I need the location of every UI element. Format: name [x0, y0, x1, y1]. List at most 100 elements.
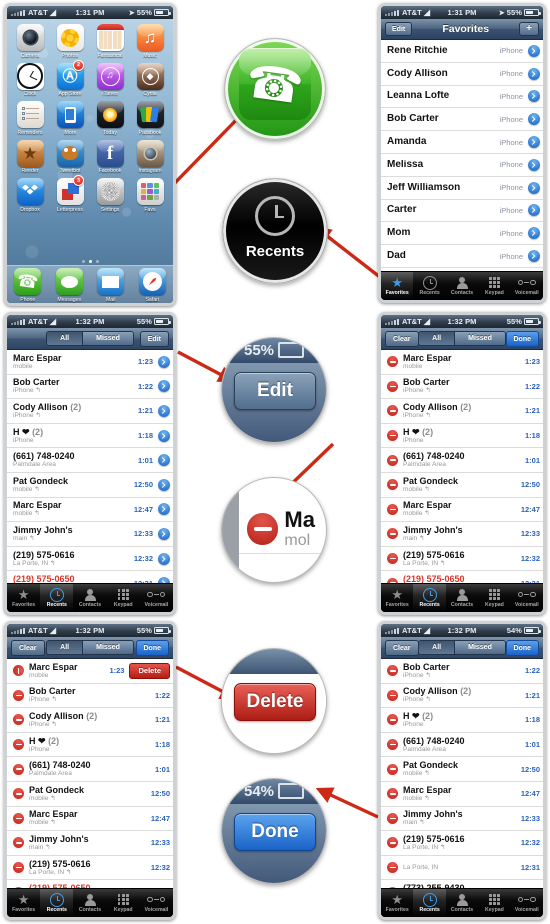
delete-minus-icon[interactable] [13, 812, 24, 824]
tab-voicemail[interactable]: Voicemail [140, 889, 173, 917]
chevron-detail-icon[interactable] [158, 552, 170, 565]
app-photos[interactable]: Photos [51, 24, 89, 59]
chevron-detail-icon[interactable] [528, 158, 540, 171]
segment-missed[interactable]: Missed [82, 332, 133, 345]
chevron-detail-icon[interactable] [528, 90, 540, 103]
table-row[interactable]: Cody Allison (2) iPhone ↰ 1:21 [381, 683, 543, 709]
delete-minus-icon[interactable] [387, 479, 398, 491]
chevron-detail-icon[interactable] [528, 67, 540, 80]
delete-minus-icon[interactable] [387, 739, 398, 751]
tab-favorites[interactable]: ★ Favorites [7, 584, 40, 612]
delete-minus-icon[interactable] [387, 528, 398, 540]
edit-button[interactable]: Edit [139, 331, 169, 347]
delete-minus-icon[interactable] [387, 862, 398, 874]
table-row[interactable]: Marc Espar mobile 1:23 Delete [7, 659, 173, 684]
tab-contacts[interactable]: Contacts [73, 584, 106, 612]
chevron-detail-icon[interactable] [528, 204, 540, 217]
chevron-detail-icon[interactable] [158, 404, 170, 417]
table-row[interactable]: Amanda iPhone [381, 131, 543, 154]
chevron-detail-icon[interactable] [528, 227, 540, 240]
chevron-detail-icon[interactable] [528, 44, 540, 57]
app-facebook[interactable]: f Facebook [91, 139, 129, 174]
tab-keypad[interactable]: Keypad [107, 584, 140, 612]
table-row[interactable]: H ❤ (2) iPhone 1:18 [381, 423, 543, 449]
tab-voicemail[interactable]: Voicemail [511, 272, 543, 300]
table-row[interactable]: Marc Espar mobile 1:23 [7, 350, 173, 375]
delete-minus-icon[interactable] [387, 689, 398, 701]
segmented-control[interactable]: All Missed [418, 331, 506, 346]
delete-minus-icon[interactable] [387, 405, 398, 417]
app-settings[interactable]: Settings [91, 178, 129, 213]
table-row[interactable]: Cody Allison (2) iPhone ↰ 1:21 [7, 399, 173, 424]
done-button[interactable]: Done [234, 813, 316, 851]
tab-favorites[interactable]: ★ Favorites [381, 272, 414, 300]
table-row[interactable]: (773) 255-9430IL, USA12:14 [381, 880, 543, 888]
delete-minus-icon[interactable] [387, 714, 398, 726]
table-row[interactable]: Bob Carter iPhone ↰ 1:22 [7, 374, 173, 400]
segment-missed[interactable]: Missed [82, 641, 133, 654]
recents-list[interactable]: Marc Espar mobile 1:23 Delete Bob Carter iPh… [7, 659, 173, 888]
segmented-control[interactable]: All Missed [46, 640, 134, 655]
tab-recents[interactable]: Recents [413, 889, 446, 917]
app-camera[interactable]: Camera [11, 24, 49, 59]
tab-voicemail[interactable]: Voicemail [511, 889, 543, 917]
done-button[interactable]: Done [505, 640, 539, 656]
tab-favorites[interactable]: ★ Favorites [7, 889, 40, 917]
segment-missed[interactable]: Missed [454, 332, 505, 345]
segment-all[interactable]: All [419, 641, 455, 654]
done-button[interactable]: Done [505, 331, 539, 347]
table-row[interactable]: (219) 575-0616 La Porte, IN ↰ 12:32 [381, 831, 543, 856]
chevron-detail-icon[interactable] [528, 136, 540, 149]
delete-minus-icon[interactable] [387, 812, 398, 824]
table-row[interactable]: (219) 575-0616 La Porte, IN ↰ 12:32 [381, 546, 543, 572]
table-row[interactable]: H ❤ (2) iPhone 1:18 [381, 708, 543, 733]
tab-contacts[interactable]: Contacts [446, 889, 478, 917]
table-row[interactable]: Pat Gondeck mobile ↰ 12:50 [381, 757, 543, 782]
chevron-detail-icon[interactable] [158, 527, 170, 540]
app-fantastical[interactable]: Fantastical [91, 24, 129, 59]
recents-list[interactable]: Marc Espar mobile 1:23 Bob Carter iPhone ↰ 1… [381, 350, 543, 583]
chevron-detail-icon[interactable] [158, 355, 170, 368]
table-row[interactable]: (219) 575-0650La Porte, IN12:31 [7, 571, 173, 583]
clear-button[interactable]: Clear [385, 331, 419, 347]
done-button[interactable]: Done [135, 640, 169, 656]
delete-minus-icon[interactable] [246, 513, 279, 545]
tab-recents[interactable]: Recents [413, 584, 446, 612]
table-row[interactable]: H ❤ (2) iPhone 1:18 [7, 423, 173, 449]
app-instagram[interactable]: Instagram [131, 139, 169, 174]
delete-button[interactable]: Delete [129, 662, 170, 679]
add-favorite-button[interactable]: + [519, 22, 539, 36]
table-row[interactable]: Rene Ritchie iPhone [381, 40, 543, 63]
tab-keypad[interactable]: Keypad [478, 584, 510, 612]
table-row[interactable]: Mom iPhone [381, 222, 543, 246]
delete-minus-icon[interactable] [13, 739, 24, 751]
tab-keypad[interactable]: Keypad [107, 889, 140, 917]
table-row[interactable]: (661) 748-0240 Palmdale Area 1:01 [381, 732, 543, 758]
table-row[interactable]: Bob Carter iPhone ↰ 1:22 [381, 659, 543, 684]
table-row[interactable]: Jimmy John's main ↰ 12:33 [7, 831, 173, 856]
delete-minus-icon[interactable] [387, 380, 398, 392]
chevron-detail-icon[interactable] [528, 113, 540, 126]
tab-favorites[interactable]: ★ Favorites [381, 584, 413, 612]
segment-all[interactable]: All [419, 332, 455, 345]
app-passbook[interactable]: Passbook [131, 101, 169, 136]
table-row[interactable]: Cody Allison (2) iPhone ↰ 1:21 [381, 399, 543, 424]
table-row[interactable]: Cody Allison iPhone [381, 62, 543, 86]
delete-minus-icon[interactable] [13, 886, 24, 888]
table-row[interactable]: Melissa iPhone [381, 153, 543, 177]
delete-minus-icon[interactable] [13, 788, 24, 800]
table-row[interactable]: H ❤ (2) iPhone 1:18 [7, 732, 173, 758]
table-row[interactable]: (661) 748-0240 Palmdale Area 1:01 [381, 448, 543, 473]
table-row[interactable]: (219) 575-0616 La Porte, IN ↰ 12:32 [7, 855, 173, 881]
app-tweetbot[interactable]: Tweetbot [51, 139, 89, 174]
delete-minus-icon[interactable] [387, 430, 398, 442]
table-row[interactable]: La Porte, IN 12:31 [381, 855, 543, 881]
table-row[interactable]: Leanna Lofte iPhone [381, 85, 543, 109]
table-row[interactable]: Jimmy John's main ↰ 12:33 [381, 806, 543, 832]
app-music[interactable]: ♫ Music [131, 24, 169, 59]
app-clock[interactable]: Clock [11, 62, 49, 97]
dock-phone[interactable]: ☎ Phone [14, 268, 42, 303]
chevron-detail-icon[interactable] [158, 503, 170, 516]
tab-recents[interactable]: Recents [40, 889, 74, 917]
tab-recents[interactable]: Recents [40, 584, 74, 612]
